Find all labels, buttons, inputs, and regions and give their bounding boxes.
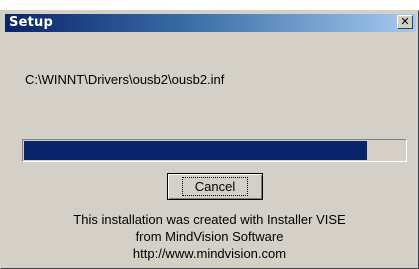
window-title: Setup xyxy=(9,15,53,30)
current-file-path: C:\WINNT\Drivers\ousb2\ousb2.inf xyxy=(25,72,225,87)
cancel-button-label: Cancel xyxy=(181,177,249,196)
credits-line-1: This installation was created with Insta… xyxy=(73,212,346,227)
install-progress-bar xyxy=(22,139,407,162)
credits-line-2: from MindVision Software xyxy=(135,229,284,244)
cancel-button[interactable]: Cancel xyxy=(167,173,263,200)
progress-fill xyxy=(24,141,367,160)
credits-url: http://www.mindvision.com xyxy=(132,246,287,261)
close-button[interactable]: ✕ xyxy=(397,15,413,29)
installer-credits: This installation was created with Insta… xyxy=(1,211,418,262)
close-icon: ✕ xyxy=(400,15,410,28)
title-bar[interactable]: Setup ✕ xyxy=(5,14,416,32)
setup-dialog: Setup ✕ C:\WINNT\Drivers\ousb2\ousb2.inf… xyxy=(0,10,419,269)
